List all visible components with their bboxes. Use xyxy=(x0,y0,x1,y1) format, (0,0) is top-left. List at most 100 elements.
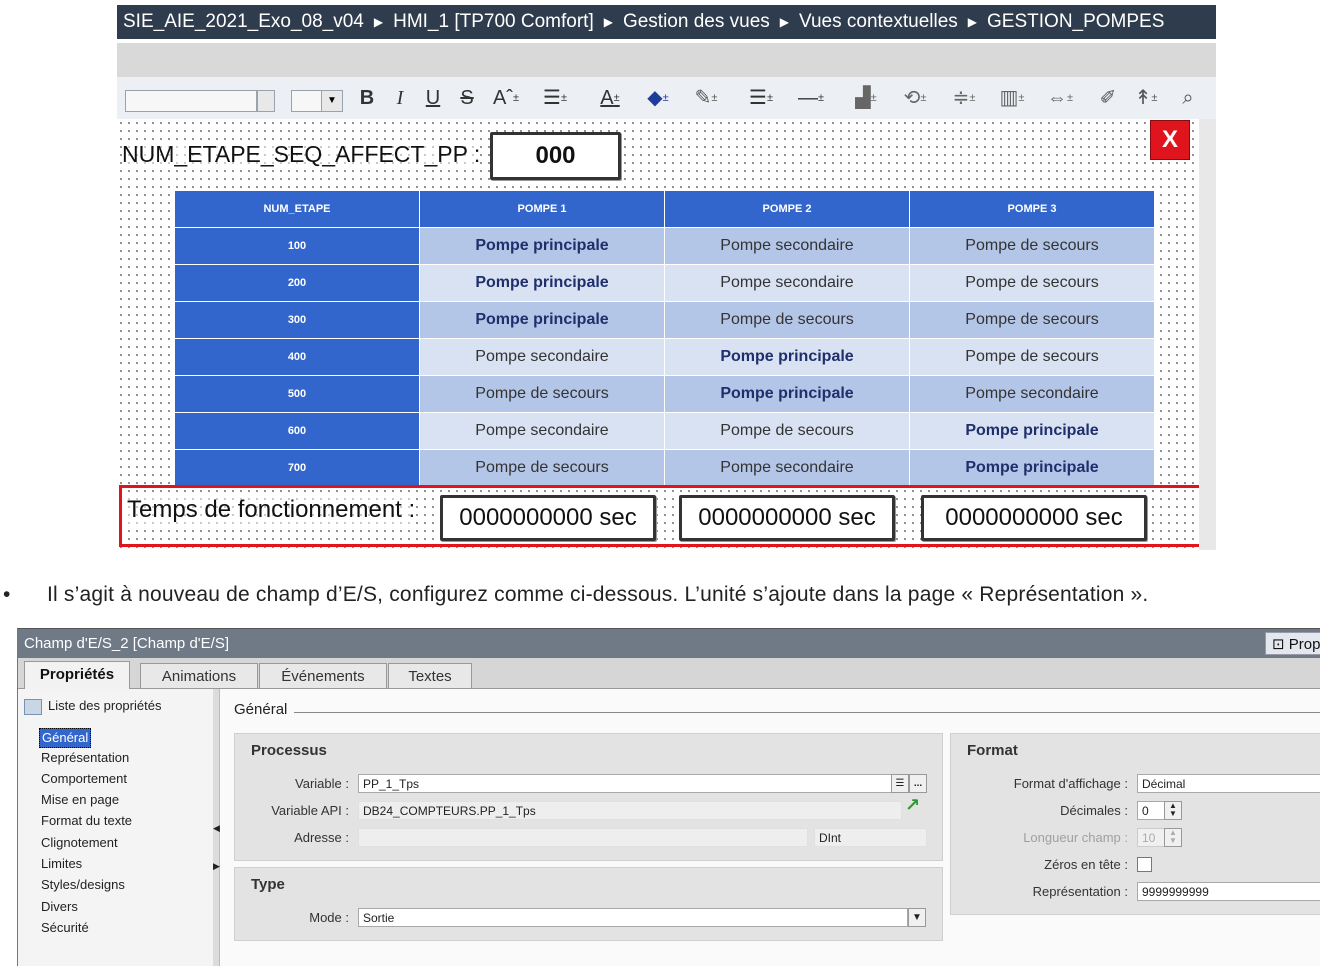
sidebar-item-styles[interactable]: Styles/designs xyxy=(39,876,127,894)
format-group: Format Format d'affichage : Décimal Déci… xyxy=(950,733,1320,915)
breadcrumb-current[interactable]: GESTION_POMPES xyxy=(981,5,1170,39)
breadcrumb-screens[interactable]: Gestion des vues xyxy=(617,5,776,39)
tab-textes[interactable]: Textes xyxy=(388,663,472,688)
sidebar-item-format-texte[interactable]: Format du texte xyxy=(39,812,134,830)
same-size-icon[interactable]: ⇔± xyxy=(1039,85,1081,111)
pump3-cell: Pompe principale xyxy=(909,449,1155,487)
sidebar-item-general[interactable]: Général xyxy=(39,728,92,748)
collapse-left-icon[interactable]: ◀ xyxy=(213,823,220,834)
processus-group: Processus Variable : PP_1_Tps ☰ ... Vari… xyxy=(234,733,943,861)
breadcrumb-device[interactable]: HMI_1 [TP700 Comfort] xyxy=(387,5,600,39)
section-divider xyxy=(294,712,1320,713)
step-cell: 500 xyxy=(174,375,420,413)
variable-api-label: Variable API : xyxy=(271,803,349,818)
font-size-grow-icon[interactable]: Aˆ± xyxy=(487,85,525,111)
format-affichage-select[interactable]: Décimal xyxy=(1137,774,1320,793)
format-toolbar: ▼ B I U S Aˆ± ☰± A± ◆± ✎± ☰± —± ▟± ⟲± ≑±… xyxy=(117,77,1216,120)
num-etape-io-field[interactable]: 000 xyxy=(490,132,621,180)
pump1-cell: Pompe principale xyxy=(419,264,665,302)
column-header: NUM_ETAPE xyxy=(174,190,420,228)
sidebar-item-divers[interactable]: Divers xyxy=(39,898,80,916)
sidebar-item-mise-en-page[interactable]: Mise en page xyxy=(39,791,121,809)
sidebar-splitter[interactable]: ◀ ▶ xyxy=(213,689,220,966)
pump3-cell: Pompe de secours xyxy=(909,227,1155,265)
properties-content: Général Processus Variable : PP_1_Tps ☰ … xyxy=(220,689,1320,966)
align-icon[interactable]: ☰± xyxy=(535,85,575,111)
processus-title: Processus xyxy=(251,742,327,759)
format-title: Format xyxy=(967,742,1018,759)
expand-right-icon[interactable]: ▶ xyxy=(213,861,220,872)
decimales-spinner-icon[interactable]: ▲ ▼ xyxy=(1164,801,1182,820)
line-style-icon[interactable]: —± xyxy=(790,85,832,111)
chevron-down-icon[interactable]: ▼ xyxy=(321,90,343,112)
font-list-icon[interactable] xyxy=(257,90,275,112)
arrange-icon[interactable]: ▟± xyxy=(845,85,887,111)
pump1-cell: Pompe principale xyxy=(419,301,665,339)
canvas-scroll-edge[interactable] xyxy=(1199,119,1216,550)
properties-tabs: Propriétés Animations Événements Textes xyxy=(18,658,1320,689)
property-list-header[interactable]: Liste des propriétés xyxy=(24,698,161,715)
adresse-label: Adresse : xyxy=(294,830,349,845)
editor-header-bar xyxy=(117,43,1216,77)
pump2-cell: Pompe secondaire xyxy=(664,264,910,302)
breadcrumb-project[interactable]: SIE_AIE_2021_Exo_08_v04 xyxy=(117,5,370,39)
underline-button[interactable]: U xyxy=(422,85,444,111)
temps-pompe1-io-field[interactable]: 0000000000 sec xyxy=(440,495,656,541)
pump-assignment-table: NUM_ETAPE POMPE 1 POMPE 2 POMPE 3 100 Po… xyxy=(174,190,1155,487)
tab-animations[interactable]: Animations xyxy=(140,663,258,688)
distribute-icon[interactable]: ▥± xyxy=(991,85,1033,111)
pump3-cell: Pompe secondaire xyxy=(909,375,1155,413)
strikethrough-button[interactable]: S xyxy=(456,85,478,111)
pump3-cell: Pompe de secours xyxy=(909,301,1155,339)
zeros-en-tete-label: Zéros en tête : xyxy=(1044,857,1128,872)
step-cell: 300 xyxy=(174,301,420,339)
chevron-down-icon[interactable]: ▼ xyxy=(908,908,926,927)
pump3-cell: Pompe de secours xyxy=(909,338,1155,376)
sidebar-item-securite[interactable]: Sécurité xyxy=(39,919,91,937)
zeros-en-tete-checkbox[interactable] xyxy=(1137,857,1152,872)
tab-evenements[interactable]: Événements xyxy=(259,663,387,688)
tab-order-icon[interactable]: ↟± xyxy=(1125,85,1167,111)
italic-button[interactable]: I xyxy=(390,85,410,111)
temps-pompe3-io-field[interactable]: 0000000000 sec xyxy=(921,495,1147,541)
table-header-row: NUM_ETAPE POMPE 1 POMPE 2 POMPE 3 xyxy=(174,190,1155,228)
rotate-icon[interactable]: ⟲± xyxy=(894,85,936,111)
longueur-champ-input: 10 xyxy=(1137,828,1165,847)
font-name-input[interactable] xyxy=(125,90,257,112)
align-objects-icon[interactable]: ≑± xyxy=(943,85,985,111)
breadcrumb-popups[interactable]: Vues contextuelles xyxy=(793,5,964,39)
mode-label: Mode : xyxy=(309,910,349,925)
fill-color-icon[interactable]: ◆± xyxy=(638,85,678,111)
goto-arrow-icon[interactable]: ↗ xyxy=(905,795,920,816)
sidebar-item-clignotement[interactable]: Clignotement xyxy=(39,834,120,852)
mode-select[interactable]: Sortie xyxy=(358,908,908,927)
table-row: 600 Pompe secondaire Pompe de secours Po… xyxy=(174,412,1155,450)
font-size-input[interactable] xyxy=(291,90,323,112)
pump2-cell: Pompe de secours xyxy=(664,301,910,339)
tools-icon[interactable]: ✐ xyxy=(1095,85,1121,111)
sidebar-item-limites[interactable]: Limites xyxy=(39,855,84,873)
sidebar-item-comportement[interactable]: Comportement xyxy=(39,770,129,788)
decimales-input[interactable]: 0 xyxy=(1137,801,1165,820)
properties-view-button[interactable]: ⊡ Prop xyxy=(1265,632,1320,655)
table-row: 200 Pompe principale Pompe secondaire Po… xyxy=(174,264,1155,302)
bold-button[interactable]: B xyxy=(357,85,377,111)
line-width-icon[interactable]: ☰± xyxy=(741,85,781,111)
variable-input[interactable]: PP_1_Tps xyxy=(358,774,892,793)
num-etape-label: NUM_ETAPE_SEQ_AFFECT_PP : xyxy=(122,141,481,168)
zoom-icon[interactable]: ⌕ xyxy=(1175,85,1201,111)
representation-input[interactable]: 9999999999 xyxy=(1137,882,1320,901)
browse-button[interactable]: ... xyxy=(909,774,927,793)
pump2-cell: Pompe secondaire xyxy=(664,227,910,265)
close-button[interactable]: X xyxy=(1150,120,1190,160)
property-list-icon xyxy=(24,698,42,715)
pump3-cell: Pompe de secours xyxy=(909,264,1155,302)
font-color-icon[interactable]: A± xyxy=(590,85,630,111)
tab-proprietes[interactable]: Propriétés xyxy=(24,661,130,689)
column-header: POMPE 1 xyxy=(419,190,665,228)
temps-pompe2-io-field[interactable]: 0000000000 sec xyxy=(679,495,895,541)
sidebar-item-representation[interactable]: Représentation xyxy=(39,749,131,767)
line-color-icon[interactable]: ✎± xyxy=(685,85,727,111)
list-icon[interactable]: ☰ xyxy=(891,774,909,793)
pump2-cell: Pompe principale xyxy=(664,338,910,376)
